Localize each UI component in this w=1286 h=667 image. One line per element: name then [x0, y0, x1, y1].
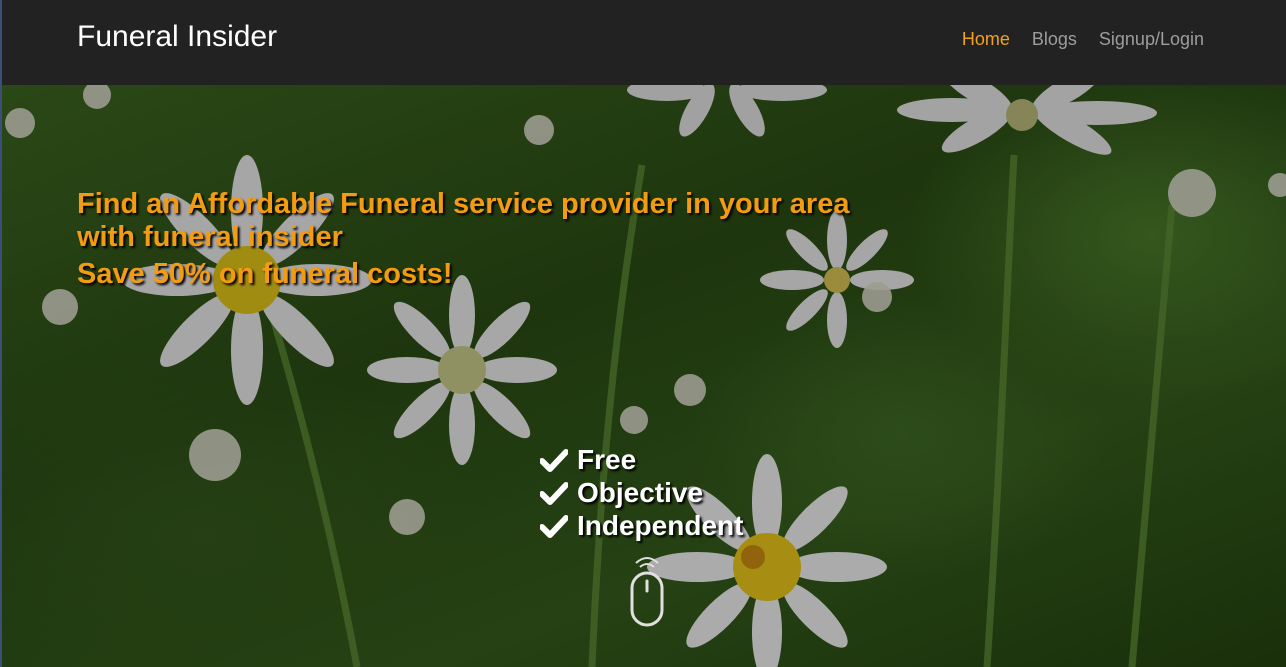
nav-blogs-link[interactable]: Blogs — [1032, 29, 1077, 50]
nav-home-link[interactable]: Home — [962, 29, 1010, 50]
scroll-mouse-icon[interactable] — [628, 555, 666, 629]
brand-link[interactable]: Funeral Insider — [77, 20, 277, 54]
hero-section: Find an Affordable Funeral service provi… — [0, 85, 1286, 667]
top-navbar: Funeral Insider Home Blogs Signup/Login — [0, 0, 1286, 85]
check-icon — [540, 514, 568, 538]
headline-line-2: Save 50% on funeral costs! — [77, 258, 453, 290]
feature-item: Free — [540, 443, 743, 476]
hero-headline: Find an Affordable Funeral service provi… — [77, 188, 877, 291]
check-icon — [540, 448, 568, 472]
feature-label: Independent — [577, 510, 744, 541]
headline-line-1: Find an Affordable Funeral service provi… — [77, 188, 850, 253]
feature-label: Objective — [577, 477, 704, 508]
feature-item: Independent — [540, 509, 743, 542]
feature-item: Objective — [540, 476, 743, 509]
nav-signup-login-link[interactable]: Signup/Login — [1099, 29, 1204, 50]
nav-links: Home Blogs Signup/Login — [962, 29, 1204, 50]
feature-label: Free — [577, 444, 637, 475]
check-icon — [540, 481, 568, 505]
feature-list: Free Objective Independent — [540, 443, 743, 542]
